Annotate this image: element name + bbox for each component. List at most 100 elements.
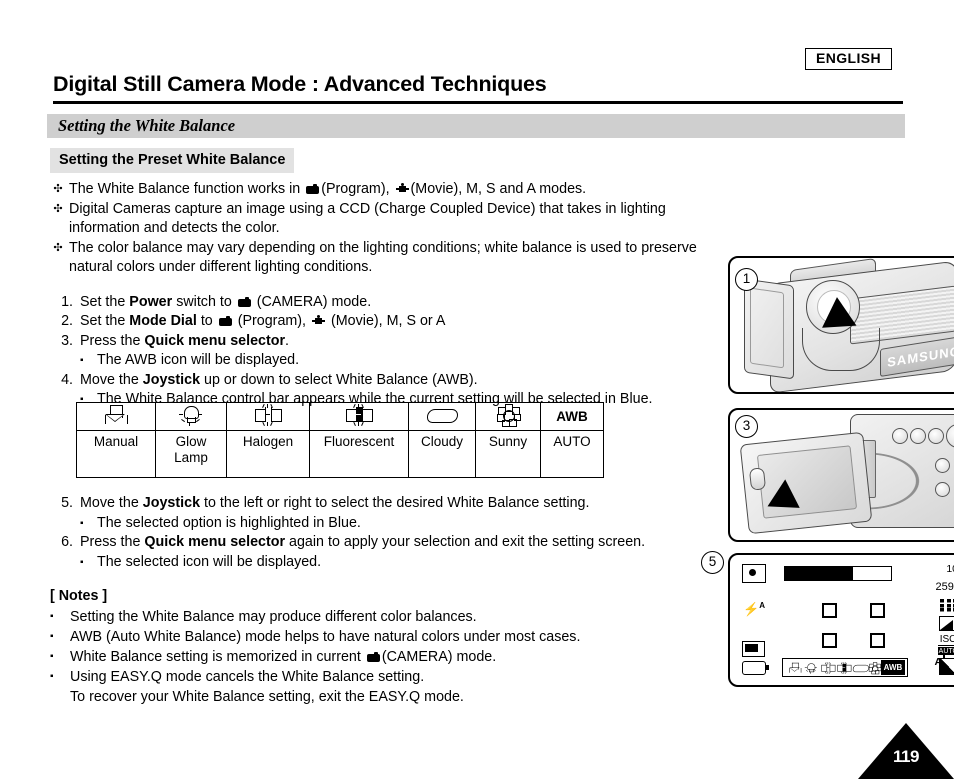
illustration-panel-5-lcd-osd: 10 2592 ISO AUTO AWB ⚡A (728, 553, 954, 687)
bullet-item: ✣ Digital Cameras capture an image using… (47, 200, 707, 239)
body-content-lower: 5. Move the Joystick to the left or righ… (47, 494, 707, 572)
square-bullet-icon: ▪ (80, 355, 84, 366)
camcorder-speaker-arc (868, 450, 924, 512)
notes-title: [ Notes ] (50, 588, 108, 604)
step-text-pre: Set the (80, 313, 126, 329)
cloudy-icon (852, 663, 869, 672)
camcorder-button (935, 482, 950, 497)
callout-marker-5: 5 (701, 551, 724, 574)
wb-bar-item-halogen[interactable] (817, 660, 836, 675)
fluorescent-icon (345, 403, 373, 426)
wb-cell-cloudy-icon (408, 402, 476, 431)
shots-remaining-count: 10 (946, 563, 954, 575)
note-text: AWB (Auto White Balance) mode helps to h… (70, 629, 581, 645)
notes-block: [ Notes ] ▪ Setting the White Balance ma… (50, 586, 710, 707)
bullet-text: The color balance may vary depending on … (69, 239, 697, 276)
step-text-pre: Move the (80, 495, 139, 511)
wb-bar-item-cloudy[interactable] (849, 660, 869, 675)
step-text-pre: Press the (80, 534, 141, 550)
step-text-mid: again to apply your selection and exit t… (289, 534, 646, 550)
note-item: ▪ Using EASY.Q mode cancels the White Ba… (50, 667, 710, 707)
step-text-mid: switch to (176, 293, 232, 310)
exposure-compensation-icon (939, 654, 954, 675)
section-heading-bar: Setting the White Balance (47, 114, 905, 138)
wb-label-auto: AUTO (540, 430, 604, 478)
battery-icon (742, 661, 769, 675)
step-text: Press the Quick menu selector. (80, 332, 289, 352)
note-text: Using EASY.Q mode cancels the White Bala… (70, 667, 464, 707)
table-row-icons: AWB (76, 402, 604, 431)
step-text: Move the Joystick up or down to select W… (80, 371, 478, 391)
step-subitem-text: The AWB icon will be displayed. (97, 352, 300, 368)
language-badge: ENGLISH (805, 48, 893, 71)
step-subitem: ▪ The AWB icon will be displayed. (47, 351, 707, 371)
halogen-icon (821, 661, 836, 674)
step-text-pre: Move the (80, 371, 139, 388)
wb-cell-glowlamp-icon (155, 402, 227, 431)
note-text-post: (CAMERA) mode. (381, 649, 497, 665)
manual-wb-icon (104, 405, 128, 425)
step-text-emphasis: Joystick (142, 495, 201, 511)
square-bullet-icon: ▪ (80, 556, 84, 568)
body-content: ✣ The White Balance function works in (P… (47, 180, 707, 410)
page-title: Digital Still Camera Mode : Advanced Tec… (53, 72, 547, 96)
camcorder-button (935, 458, 950, 473)
bullet-item: ✣ The White Balance function works in (P… (47, 180, 707, 200)
movie-icon (312, 315, 326, 326)
step-number: 5. (61, 495, 73, 511)
step-text-emphasis: Quick menu selector (144, 534, 286, 550)
wb-cell-halogen-icon (226, 402, 310, 431)
step-subitem-text: The selected icon will be displayed. (97, 553, 322, 570)
step-text-mid: up or down to select White Balance (AWB)… (204, 371, 478, 388)
step-text-post: (CAMERA) mode. (256, 293, 372, 310)
title-divider (53, 101, 903, 104)
camcorder-button (928, 428, 944, 444)
fluorescent-icon (837, 661, 852, 674)
wb-bar-item-glowlamp[interactable] (801, 660, 817, 675)
square-bullet-icon: ▪ (80, 517, 84, 529)
step-text: Set the Mode Dial to (Program), (Movie),… (80, 312, 445, 332)
camera-icon (218, 316, 232, 326)
wb-bar-item-sunny[interactable] (865, 660, 882, 675)
white-balance-control-bar[interactable]: AWB (782, 658, 908, 677)
square-bullet-icon: ▪ (50, 651, 54, 662)
callout-marker-1: 1 (735, 268, 758, 291)
square-bullet-icon: ▪ (50, 671, 54, 682)
steps-list: 1. Set the Power switch to (CAMERA) mode… (47, 293, 707, 410)
manual-wb-icon (789, 662, 802, 673)
step-text-post2: (Movie), M, S or A (331, 313, 446, 329)
step-item-5: 5. Move the Joystick to the left or righ… (47, 494, 707, 514)
wb-bar-item-manual[interactable] (785, 660, 802, 675)
square-bullet-icon: ▪ (50, 631, 54, 642)
step-text-mid: . (285, 332, 290, 349)
wb-label-halogen: Halogen (226, 430, 310, 478)
zoom-bar (784, 566, 892, 581)
step-text: Press the Quick menu selector again to a… (80, 533, 645, 553)
step-number: 4. (61, 371, 73, 388)
note-text-line2: To recover your White Balance setting, e… (70, 689, 464, 705)
wb-label-glowlamp-line1: Glow (175, 434, 207, 449)
image-size-icon (940, 599, 954, 612)
zoom-bar-fill (785, 567, 853, 580)
step-item-2: 2. Set the Mode Dial to (Program), (Movi… (47, 312, 707, 332)
note-item: ▪ Setting the White Balance may produce … (50, 607, 710, 627)
square-bullet-icon: ▪ (50, 611, 54, 622)
step-subitem-text: The selected option is highlighted in Bl… (97, 514, 361, 531)
step-number: 2. (61, 313, 73, 329)
halogen-icon (254, 403, 282, 426)
camera-icon (366, 652, 380, 662)
wb-bar-item-fluorescent[interactable] (833, 660, 852, 675)
flash-auto-icon: ⚡A (743, 601, 765, 617)
wb-label-glowlamp: Glow Lamp (155, 430, 227, 478)
note-item: ▪ White Balance setting is memorized in … (50, 647, 710, 667)
camera-icon (237, 296, 251, 307)
step-subitem: ▪ The selected icon will be displayed. (47, 553, 707, 573)
step-subitem: ▪ The selected option is highlighted in … (47, 514, 707, 534)
subsection-heading-bar: Setting the Preset White Balance (50, 148, 295, 173)
table-row-labels: Manual Glow Lamp Halogen Fluorescent Clo… (76, 430, 604, 478)
note-text: Setting the White Balance may produce di… (70, 609, 477, 625)
step-text-pre: Set the (80, 293, 126, 310)
step-text: Set the Power switch to (CAMERA) mode. (80, 293, 371, 313)
wb-bar-item-awb-selected[interactable]: AWB (881, 660, 905, 675)
step-text-emphasis: Mode Dial (129, 313, 197, 329)
